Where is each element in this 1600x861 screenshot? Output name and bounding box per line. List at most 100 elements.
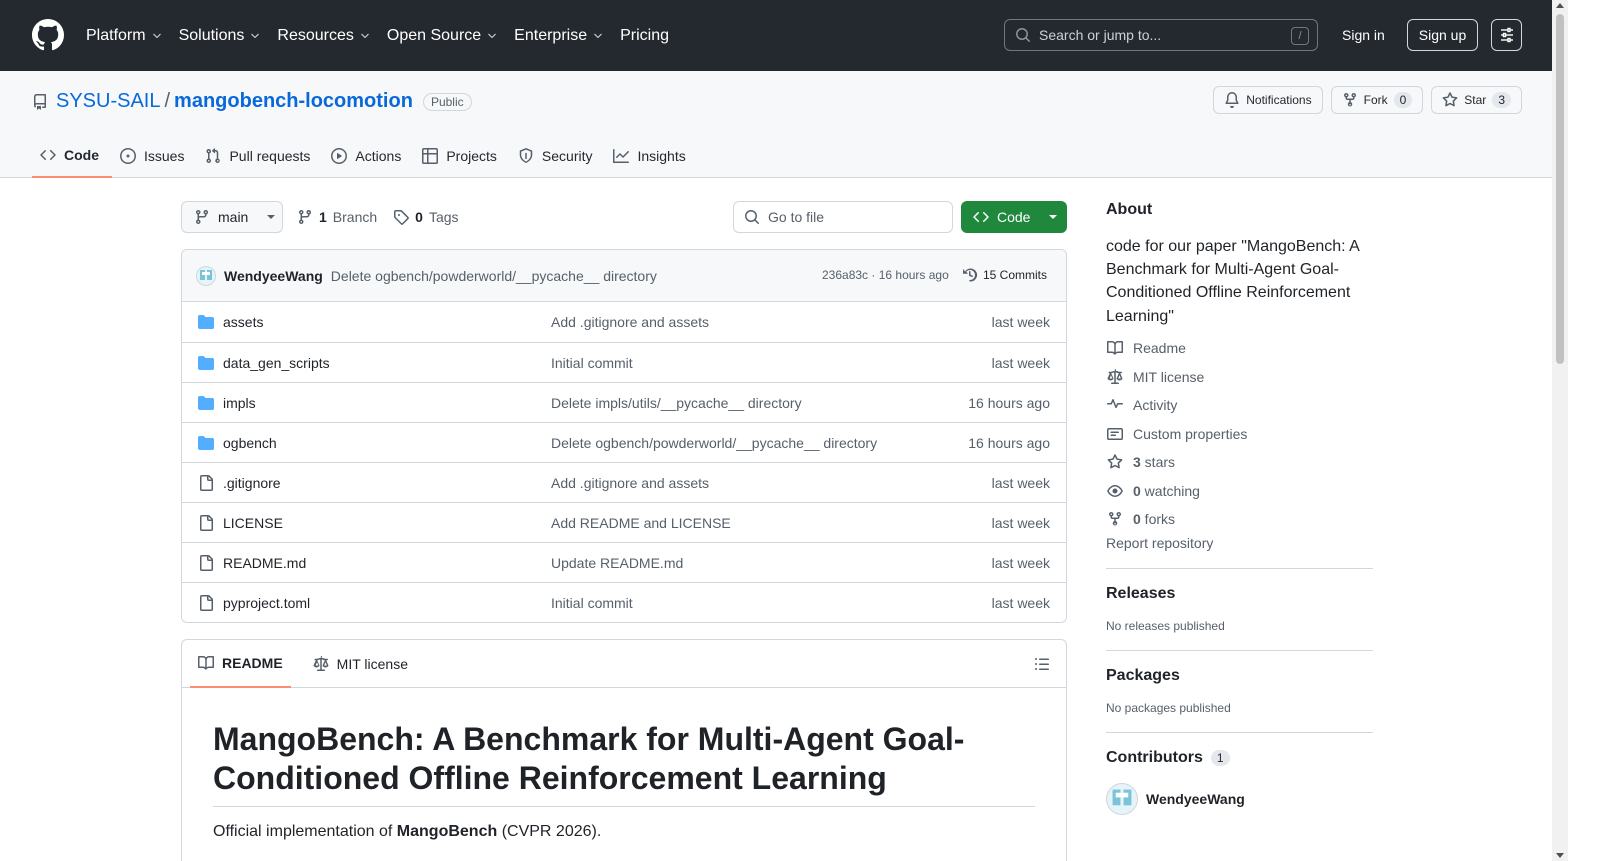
file-name-link[interactable]: .gitignore bbox=[223, 475, 281, 491]
nav-item-platform[interactable]: Platform bbox=[86, 27, 163, 45]
about-link-label: forks bbox=[1140, 511, 1176, 527]
repo-tabs: Code Issues Pull requests Actions Projects Se… bbox=[32, 134, 699, 178]
tab-issues[interactable]: Issues bbox=[112, 134, 197, 178]
sign-up-button[interactable]: Sign up bbox=[1407, 19, 1478, 51]
about-link-forks[interactable]: 0 forks bbox=[1106, 505, 1373, 534]
chevron-down-icon bbox=[592, 30, 604, 42]
fork-icon bbox=[1342, 92, 1358, 108]
about-link-stars[interactable]: 3 stars bbox=[1106, 448, 1373, 477]
go-to-file-placeholder: Go to file bbox=[768, 209, 825, 225]
file-commit-message-link[interactable]: Initial commit bbox=[551, 595, 633, 611]
tab-readme-label: README bbox=[222, 654, 283, 671]
about-link-custom-properties[interactable]: Custom properties bbox=[1106, 419, 1373, 448]
commits-history-link[interactable]: 15 Commits bbox=[962, 267, 1047, 283]
tab-code[interactable]: Code bbox=[32, 134, 112, 178]
branch-tag-counts: 1 Branch 0 Tags bbox=[297, 201, 459, 233]
readme-title: MangoBench: A Benchmark for Multi-Agent … bbox=[213, 720, 1035, 808]
repo-icon bbox=[32, 93, 48, 110]
about-link-watching[interactable]: 0 watching bbox=[1106, 476, 1373, 505]
nav-item-solutions[interactable]: Solutions bbox=[179, 27, 262, 45]
repo-name-link[interactable]: mangobench-locomotion bbox=[174, 90, 413, 113]
graph-icon bbox=[613, 148, 630, 164]
tab-label: Pull requests bbox=[229, 148, 311, 164]
file-commit-message-link[interactable]: Add README and LICENSE bbox=[551, 515, 731, 531]
tab-pull-requests[interactable]: Pull requests bbox=[197, 134, 323, 178]
file-name-link[interactable]: LICENSE bbox=[223, 515, 283, 531]
notifications-label: Notifications bbox=[1246, 93, 1312, 107]
file-commit-message-link[interactable]: Add .gitignore and assets bbox=[551, 314, 709, 330]
avatar[interactable] bbox=[196, 265, 216, 286]
tab-security[interactable]: Security bbox=[510, 134, 606, 178]
file-commit-message-link[interactable]: Delete ogbench/powderworld/__pycache__ d… bbox=[551, 435, 877, 451]
releases-heading[interactable]: Releases bbox=[1106, 585, 1373, 603]
file-commit-time: last week bbox=[991, 595, 1050, 611]
file-name-link[interactable]: impls bbox=[223, 395, 256, 411]
nav-item-label: Enterprise bbox=[514, 26, 588, 44]
contributors-header: Contributors 1 bbox=[1106, 749, 1373, 767]
scroll-up-arrow-icon[interactable] bbox=[1556, 3, 1564, 8]
about-link-mit-license[interactable]: MIT license bbox=[1106, 362, 1373, 391]
nav-item-enterprise[interactable]: Enterprise bbox=[514, 27, 604, 45]
book-icon bbox=[1106, 340, 1123, 356]
file-name-link[interactable]: ogbench bbox=[223, 435, 277, 451]
file-name-link[interactable]: pyproject.toml bbox=[223, 595, 310, 611]
page-scrollbar[interactable] bbox=[1552, 0, 1568, 861]
nav-item-open-source[interactable]: Open Source bbox=[387, 27, 498, 45]
report-repository-link[interactable]: Report repository bbox=[1106, 535, 1373, 551]
file-commit-message-link[interactable]: Update README.md bbox=[551, 555, 683, 571]
search-input[interactable]: Search or jump to... / bbox=[1004, 19, 1318, 51]
avatar bbox=[1106, 783, 1138, 816]
github-logo-icon[interactable] bbox=[32, 19, 64, 51]
file-name-link[interactable]: README.md bbox=[223, 555, 306, 571]
branch-selector-button[interactable]: main bbox=[181, 201, 283, 233]
code-dropdown-button[interactable]: Code bbox=[961, 201, 1067, 233]
file-commit-time: last week bbox=[991, 515, 1050, 531]
about-link-activity[interactable]: Activity bbox=[1106, 391, 1373, 420]
packages-heading[interactable]: Packages bbox=[1106, 667, 1373, 685]
file-name-link[interactable]: data_gen_scripts bbox=[223, 355, 330, 371]
go-to-file-input[interactable]: Go to file bbox=[733, 201, 953, 233]
shield-icon bbox=[518, 148, 534, 164]
sliders-icon bbox=[1499, 27, 1515, 43]
search-icon bbox=[1015, 27, 1031, 43]
tab-license[interactable]: MIT license bbox=[305, 640, 416, 688]
file-commit-time: 16 hours ago bbox=[968, 435, 1050, 451]
file-commit-message-link[interactable]: Add .gitignore and assets bbox=[551, 475, 709, 491]
branches-link[interactable]: 1 Branch bbox=[297, 209, 377, 225]
caret-down-icon bbox=[1048, 214, 1058, 220]
fork-button[interactable]: Fork 0 bbox=[1330, 86, 1424, 114]
contributors-heading[interactable]: Contributors bbox=[1106, 749, 1203, 767]
tab-actions[interactable]: Actions bbox=[323, 134, 414, 178]
commit-author-link[interactable]: WendyeeWang bbox=[224, 268, 323, 284]
notifications-button[interactable]: Notifications bbox=[1213, 86, 1323, 114]
path-separator: / bbox=[164, 90, 171, 112]
about-heading: About bbox=[1106, 201, 1153, 218]
menu-toggle-button[interactable] bbox=[1491, 19, 1522, 51]
tab-projects[interactable]: Projects bbox=[414, 134, 510, 178]
tab-insights[interactable]: Insights bbox=[605, 134, 698, 178]
contributor-item[interactable]: WendyeeWang bbox=[1106, 783, 1373, 816]
tag-count: 0 bbox=[415, 209, 423, 225]
nav-item-resources[interactable]: Resources bbox=[277, 27, 370, 45]
tags-link[interactable]: 0 Tags bbox=[393, 209, 459, 225]
tab-readme[interactable]: README bbox=[190, 640, 291, 688]
about-link-count: 0 bbox=[1133, 482, 1141, 499]
commit-sha-time[interactable]: 236a83c · 16 hours ago bbox=[822, 268, 949, 282]
scroll-down-arrow-icon[interactable] bbox=[1556, 853, 1564, 858]
file-commit-message-link[interactable]: Initial commit bbox=[551, 355, 633, 371]
branch-icon bbox=[194, 209, 210, 225]
star-button[interactable]: Star 3 bbox=[1431, 86, 1522, 114]
file-commit-message-link[interactable]: Delete impls/utils/__pycache__ directory bbox=[551, 395, 802, 411]
table-of-contents-button[interactable] bbox=[1034, 656, 1050, 672]
file-name-link[interactable]: assets bbox=[223, 314, 263, 330]
commit-message-link[interactable]: Delete ogbench/powderworld/__pycache__ d… bbox=[331, 268, 657, 284]
table-row: LICENSE Add README and LICENSE last week bbox=[182, 502, 1066, 542]
commits-count: 15 Commits bbox=[983, 268, 1048, 282]
code-icon bbox=[40, 147, 56, 163]
scrollbar-thumb[interactable] bbox=[1556, 14, 1564, 364]
repo-owner-link[interactable]: SYSU-SAIL bbox=[56, 90, 160, 113]
about-link-readme[interactable]: Readme bbox=[1106, 334, 1373, 363]
sign-in-link[interactable]: Sign in bbox=[1330, 19, 1397, 51]
nav-item-pricing[interactable]: Pricing bbox=[620, 27, 669, 45]
about-link-label: Readme bbox=[1133, 340, 1186, 356]
